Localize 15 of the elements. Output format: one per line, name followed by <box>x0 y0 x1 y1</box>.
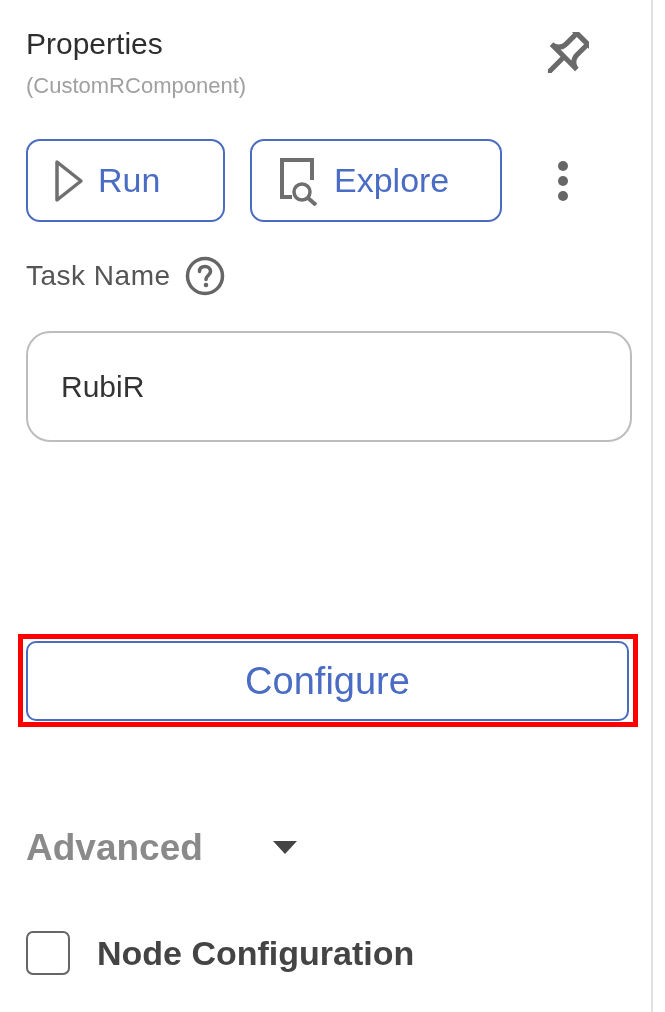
panel-subtitle: (CustomRComponent) <box>26 72 247 100</box>
more-options-button[interactable] <box>557 159 569 202</box>
run-button[interactable]: Run <box>26 139 225 222</box>
play-icon <box>54 158 84 203</box>
more-options-icon <box>557 159 569 202</box>
help-icon[interactable] <box>184 256 225 296</box>
configure-button[interactable]: Configure <box>26 641 629 721</box>
field-label: Task Name <box>26 259 171 293</box>
document-search-icon <box>278 155 320 206</box>
checkbox[interactable] <box>26 931 70 975</box>
panel-title: Properties <box>26 26 164 62</box>
checkbox-label[interactable]: Node Configuration <box>97 933 415 973</box>
explore-button[interactable]: Explore <box>250 139 502 222</box>
task-name-input[interactable]: RubiR <box>26 331 632 442</box>
advanced-toggle[interactable]: Advanced <box>26 825 297 871</box>
